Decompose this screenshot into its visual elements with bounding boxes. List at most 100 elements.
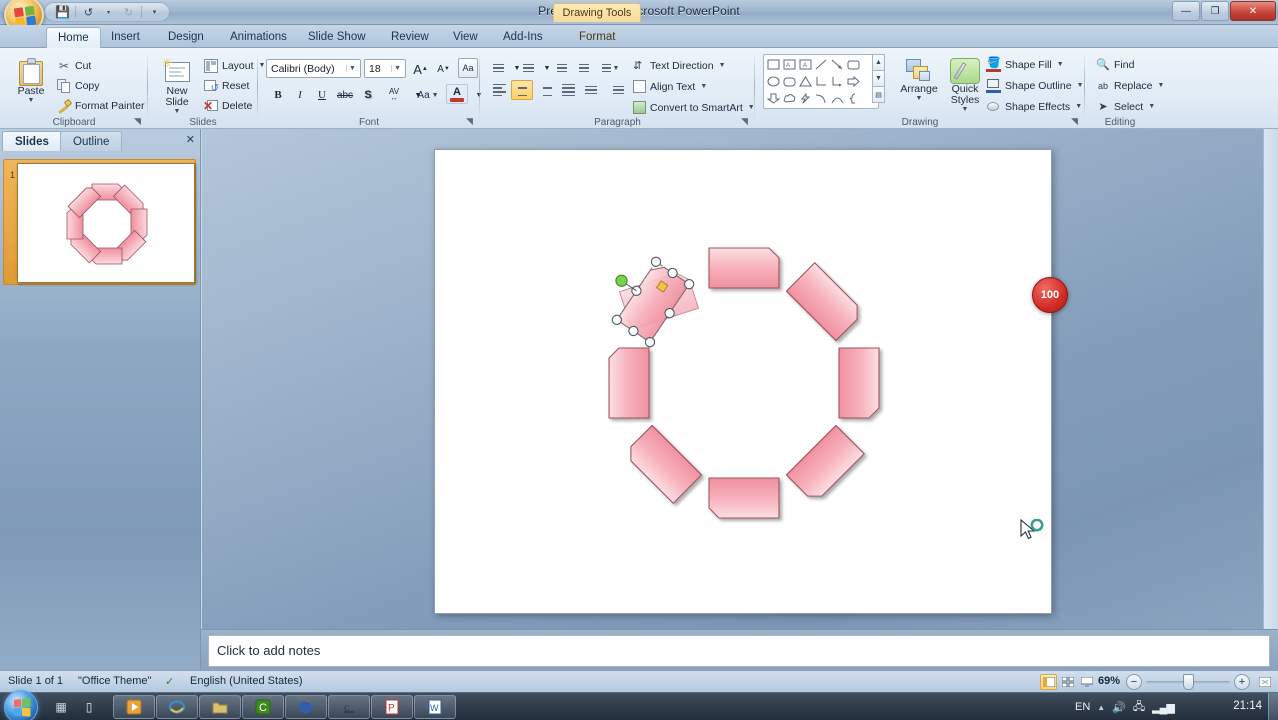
- shape-down-arrow-block[interactable]: [765, 90, 781, 107]
- align-text-button[interactable]: Align Text ▼: [630, 77, 710, 96]
- quick-styles-button[interactable]: Quick Styles ▼: [941, 55, 989, 113]
- tab-add-ins[interactable]: Add-Ins: [492, 27, 554, 48]
- show-hidden-icons-icon[interactable]: ▲: [1097, 703, 1105, 712]
- copy-button[interactable]: Copy: [54, 76, 103, 95]
- align-right-button[interactable]: [534, 80, 556, 100]
- taskbar-clock[interactable]: 21:14: [1233, 700, 1262, 712]
- shape-triangle[interactable]: [797, 73, 813, 90]
- notes-placeholder[interactable]: Click to add notes: [208, 635, 1270, 667]
- reset-button[interactable]: ↺ Reset: [201, 76, 252, 95]
- shape-text-box[interactable]: A: [781, 56, 797, 73]
- align-center-button[interactable]: [511, 80, 533, 100]
- italic-button[interactable]: I: [290, 85, 310, 105]
- taskbar-button-c-app[interactable]: c: [328, 695, 370, 719]
- tab-format[interactable]: Format: [568, 27, 626, 48]
- align-left-button[interactable]: [488, 80, 510, 100]
- quick-launch-show-desktop-icon[interactable]: ▦: [50, 696, 72, 718]
- select-button[interactable]: ➤ Select ▼: [1093, 97, 1158, 116]
- gallery-scroll-up-icon[interactable]: ▲: [872, 54, 885, 71]
- start-button[interactable]: [4, 690, 38, 720]
- slideshow-icon[interactable]: [1078, 674, 1095, 690]
- font-size-chevron-down-icon[interactable]: ▼: [391, 65, 403, 72]
- find-button[interactable]: 🔍 Find: [1093, 55, 1137, 74]
- tab-slide-show[interactable]: Slide Show: [297, 27, 377, 48]
- tab-review[interactable]: Review: [380, 27, 440, 48]
- gallery-more-icon[interactable]: ▤: [872, 86, 885, 103]
- taskbar-button-media-player[interactable]: [113, 695, 155, 719]
- shape-line[interactable]: [813, 56, 829, 73]
- slide-thumbnail-1[interactable]: 1: [3, 159, 196, 285]
- language-indicator[interactable]: English (United States): [190, 675, 303, 687]
- clipboard-dialog-launcher[interactable]: ◥: [132, 116, 143, 127]
- gallery-scroll-down-icon[interactable]: ▼: [872, 70, 885, 87]
- taskbar-button-powerpoint[interactable]: P: [371, 695, 413, 719]
- decrease-indent-button[interactable]: [552, 58, 572, 78]
- shape-rounded-rectangle[interactable]: [845, 56, 861, 73]
- volume-icon[interactable]: 🔊: [1112, 701, 1126, 714]
- taskbar-button-camtasia[interactable]: C: [242, 695, 284, 719]
- slide-sorter-icon[interactable]: [1059, 674, 1076, 690]
- font-color-button[interactable]: A: [446, 84, 468, 104]
- shape-fill-button[interactable]: 🪣 Shape Fill ▼: [983, 55, 1067, 74]
- shape-vertical-text-box[interactable]: A: [797, 56, 813, 73]
- shapes-gallery[interactable]: A A: [763, 54, 879, 109]
- paragraph-dialog-launcher[interactable]: ◥: [739, 116, 750, 127]
- zoom-out-button[interactable]: −: [1126, 674, 1142, 690]
- columns-button[interactable]: [580, 80, 602, 100]
- shape-cloud[interactable]: [781, 90, 797, 107]
- minimize-button[interactable]: —: [1172, 1, 1200, 21]
- show-desktop-button[interactable]: [1268, 693, 1278, 720]
- convert-to-smartart-button[interactable]: Convert to SmartArt ▼: [630, 98, 758, 117]
- paste-button[interactable]: Paste ▼: [8, 55, 54, 104]
- shape-curve[interactable]: [813, 90, 829, 107]
- taskbar-button-word[interactable]: W: [414, 695, 456, 719]
- increase-indent-button[interactable]: [574, 58, 594, 78]
- format-painter-button[interactable]: Format Painter: [54, 96, 147, 115]
- change-case-button[interactable]: Aa ▼: [416, 85, 440, 105]
- new-slide-dropdown-icon[interactable]: ▼: [174, 108, 181, 115]
- shape-round-rect-2[interactable]: [781, 73, 797, 90]
- zoom-in-button[interactable]: +: [1234, 674, 1250, 690]
- shape-right-arrow-block[interactable]: [845, 73, 861, 90]
- close-button[interactable]: ✕: [1230, 1, 1276, 21]
- tab-home[interactable]: Home: [46, 27, 101, 48]
- shape-oval[interactable]: [765, 73, 781, 90]
- shrink-font-button[interactable]: A ▼: [433, 59, 454, 79]
- shape-outline-button[interactable]: Shape Outline ▼: [983, 76, 1087, 95]
- text-columns-button[interactable]: [608, 80, 628, 100]
- vertical-scrollbar[interactable]: [1263, 129, 1278, 629]
- delete-slide-button[interactable]: ✕ Delete: [201, 96, 255, 115]
- theme-name[interactable]: "Office Theme": [78, 675, 151, 687]
- grow-font-button[interactable]: A ▲: [410, 59, 431, 79]
- zoom-slider-thumb[interactable]: [1183, 674, 1194, 690]
- signal-icon[interactable]: ▂▄▆: [1152, 701, 1175, 714]
- taskbar-button-firefox[interactable]: [285, 695, 327, 719]
- line-spacing-button[interactable]: ▼: [599, 58, 622, 78]
- tab-animations[interactable]: Animations: [219, 27, 298, 48]
- taskbar-button-internet-explorer[interactable]: [156, 695, 198, 719]
- new-slide-button[interactable]: ✳ New Slide ▼: [156, 55, 198, 115]
- close-panel-icon[interactable]: ✕: [186, 133, 195, 146]
- underline-button[interactable]: U: [312, 85, 332, 105]
- restore-button[interactable]: ❐: [1201, 1, 1229, 21]
- shape-elbow-arrow[interactable]: [829, 73, 845, 90]
- text-direction-button[interactable]: ⇵ Text Direction ▼: [630, 56, 729, 75]
- shape-lightning[interactable]: [797, 90, 813, 107]
- replace-button[interactable]: ab Replace ▼: [1093, 76, 1167, 95]
- tab-insert[interactable]: Insert: [100, 27, 151, 48]
- clear-formatting-button[interactable]: Aa: [458, 58, 478, 78]
- justify-button[interactable]: [557, 80, 579, 100]
- shape-brace[interactable]: [845, 90, 861, 107]
- quick-launch-switcher-icon[interactable]: ▯: [78, 696, 100, 718]
- shape-effects-button[interactable]: Shape Effects ▼: [983, 97, 1085, 116]
- tab-outline[interactable]: Outline: [60, 131, 123, 151]
- cut-button[interactable]: ✂ Cut: [54, 56, 94, 75]
- tab-view[interactable]: View: [442, 27, 489, 48]
- spellcheck-icon[interactable]: ✓: [165, 675, 174, 688]
- font-family-chevron-down-icon[interactable]: ▼: [346, 65, 358, 72]
- fit-window-icon[interactable]: [1256, 674, 1273, 690]
- tab-slides[interactable]: Slides: [2, 131, 62, 151]
- bullets-button[interactable]: [488, 58, 508, 78]
- shape-arrow[interactable]: [829, 56, 845, 73]
- character-spacing-button[interactable]: AV ↔: [380, 85, 408, 105]
